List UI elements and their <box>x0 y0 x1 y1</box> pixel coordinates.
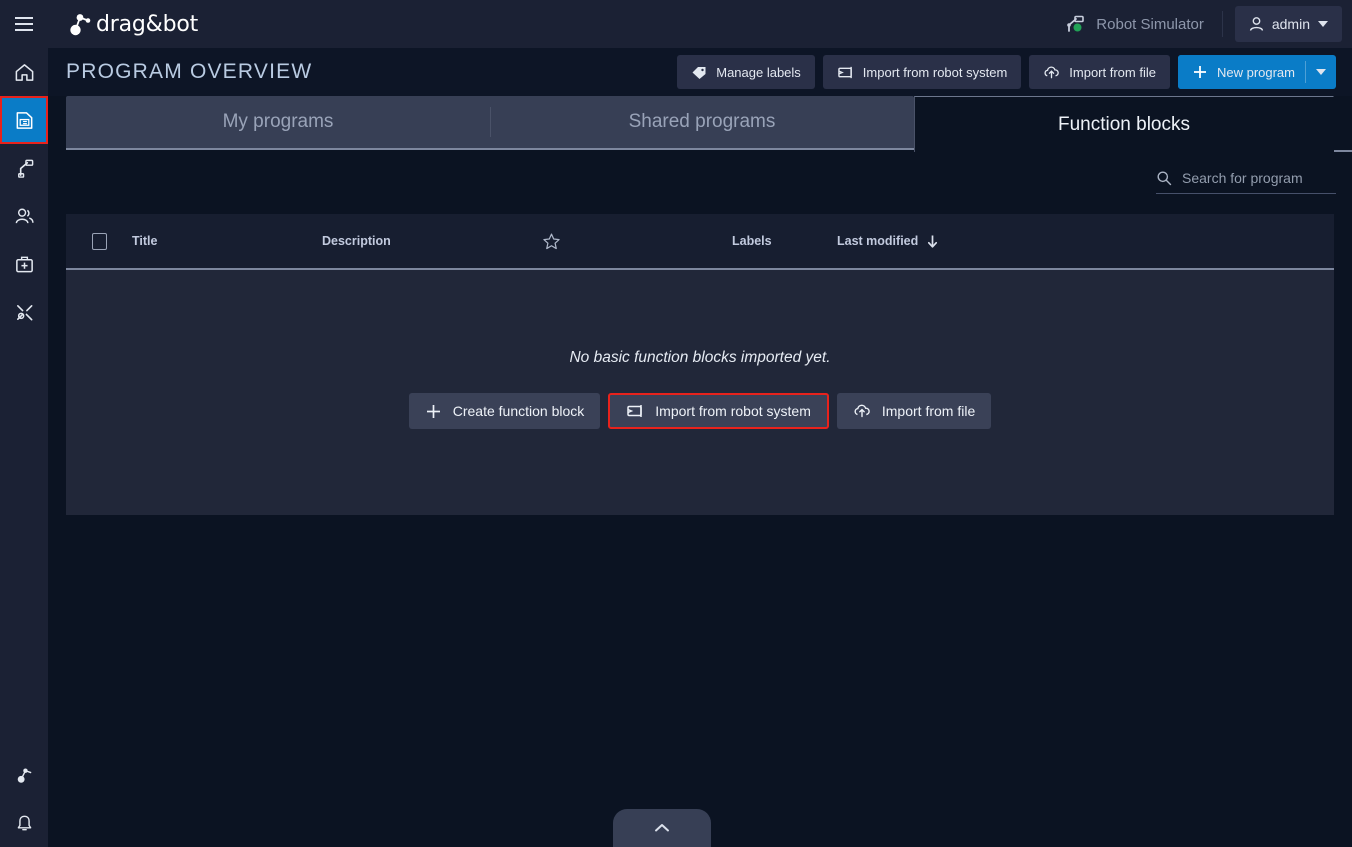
table-header-row: Title Description Labels Last modified <box>66 214 1334 270</box>
sidebar-item-home[interactable] <box>0 48 48 96</box>
top-bar-right: Robot Simulator admin <box>1065 0 1352 48</box>
app-root: drag&bot Robot Simulator admin PROGRAM O… <box>0 0 1352 847</box>
import-file-label: Import from file <box>1069 64 1156 80</box>
brand-logo-group: drag&bot <box>64 9 198 39</box>
tab-my-programs-label: My programs <box>222 111 334 132</box>
sidebar-item-tools[interactable] <box>0 288 48 336</box>
import-file-button[interactable]: Import from file <box>1029 55 1170 89</box>
wrench-screwdriver-icon <box>16 304 32 320</box>
search-icon <box>1156 170 1172 186</box>
import-robot-system-label: Import from robot system <box>862 64 1008 80</box>
manage-labels-button[interactable]: Manage labels <box>677 55 815 89</box>
user-menu-button[interactable]: admin <box>1234 6 1342 42</box>
robot-joint-icon <box>17 768 31 783</box>
search-row <box>48 152 1352 214</box>
users-icon <box>15 208 34 223</box>
function-blocks-table: Title Description Labels Last modified N… <box>66 214 1334 515</box>
column-header-last-modified-label: Last modified <box>837 234 919 248</box>
tab-shared-programs[interactable]: Shared programs <box>490 95 914 149</box>
page-title: PROGRAM OVERVIEW <box>66 60 313 83</box>
sidebar-item-robot[interactable] <box>0 144 48 192</box>
search-input[interactable] <box>1182 170 1336 186</box>
robot-arm-icon <box>1065 14 1087 34</box>
empty-import-robot-system-button[interactable]: Import from robot system <box>608 393 829 429</box>
sidebar <box>0 48 48 847</box>
create-function-block-label: Create function block <box>452 403 585 419</box>
sidebar-item-users[interactable] <box>0 192 48 240</box>
sidebar-item-programs[interactable] <box>0 96 48 144</box>
star-icon <box>543 232 560 249</box>
plus-icon <box>425 403 442 420</box>
sidebar-item-robot-control[interactable] <box>0 751 48 799</box>
user-name: admin <box>1271 16 1310 32</box>
sidebar-item-notifications[interactable] <box>0 799 48 847</box>
plus-icon <box>1192 64 1208 80</box>
chevron-up-icon <box>655 824 669 832</box>
main-content: PROGRAM OVERVIEW Manage labels Import fr… <box>48 48 1352 847</box>
tab-my-programs[interactable]: My programs <box>66 95 490 149</box>
import-robot-system-button[interactable]: Import from robot system <box>822 55 1022 89</box>
bell-icon <box>17 815 31 830</box>
tab-bar: My programs Shared programs Function blo… <box>48 96 1352 152</box>
column-header-favorite[interactable] <box>542 232 732 251</box>
search-box[interactable] <box>1156 170 1336 194</box>
topbar-divider <box>1221 11 1223 37</box>
arrow-down-icon <box>926 234 939 249</box>
robot-import-icon <box>626 403 644 419</box>
sidebar-item-toolbox[interactable] <box>0 240 48 288</box>
top-bar: drag&bot Robot Simulator admin <box>0 0 1352 48</box>
dragbot-logo-icon <box>64 9 94 39</box>
robot-import-icon <box>837 65 854 80</box>
home-icon <box>15 63 33 81</box>
column-header-description[interactable]: Description <box>322 234 542 248</box>
bottom-panel-toggle[interactable] <box>613 809 711 847</box>
column-header-title[interactable]: Title <box>132 234 322 248</box>
empty-import-file-button[interactable]: Import from file <box>836 393 992 429</box>
chevron-down-icon <box>1316 69 1326 75</box>
tab-shared-programs-label: Shared programs <box>628 111 776 132</box>
cloud-upload-icon <box>853 403 871 419</box>
new-program-dropdown-toggle[interactable] <box>1306 69 1336 75</box>
new-program-button[interactable]: New program <box>1177 55 1305 89</box>
robot-arm-icon <box>17 159 33 178</box>
select-all-checkbox[interactable] <box>91 232 107 250</box>
inactive-tabs-group: My programs Shared programs <box>66 96 914 150</box>
brand-name: drag&bot <box>96 11 199 37</box>
empty-state-message: No basic function blocks imported yet. <box>569 349 831 366</box>
tag-icon <box>691 65 707 80</box>
column-header-last-modified[interactable]: Last modified <box>837 234 939 249</box>
robot-status-label: Robot Simulator <box>1096 15 1204 33</box>
manage-labels-label: Manage labels <box>716 64 801 80</box>
empty-state-actions: Create function block Import from robot … <box>408 393 992 429</box>
chevron-down-icon <box>1318 21 1328 27</box>
select-all-cell[interactable] <box>66 232 132 250</box>
page-header: PROGRAM OVERVIEW Manage labels Import fr… <box>48 48 1352 96</box>
program-list-icon <box>16 111 32 129</box>
robot-status[interactable]: Robot Simulator <box>1065 14 1222 34</box>
table-body: No basic function blocks imported yet. C… <box>66 270 1334 515</box>
column-header-labels[interactable]: Labels <box>732 234 837 248</box>
page-toolbar: Manage labels Import from robot system I… <box>677 55 1352 89</box>
tab-function-blocks[interactable]: Function blocks <box>914 96 1334 152</box>
new-program-split-button[interactable]: New program <box>1177 55 1336 89</box>
person-icon <box>1249 16 1264 32</box>
tab-function-blocks-label: Function blocks <box>1057 113 1190 135</box>
empty-import-file-label: Import from file <box>881 403 976 419</box>
first-aid-kit-icon <box>15 256 33 272</box>
cloud-upload-icon <box>1043 65 1060 80</box>
hamburger-icon[interactable] <box>0 0 48 48</box>
empty-import-robot-system-label: Import from robot system <box>655 403 811 419</box>
create-function-block-button[interactable]: Create function block <box>408 393 601 429</box>
new-program-label: New program <box>1216 64 1295 80</box>
